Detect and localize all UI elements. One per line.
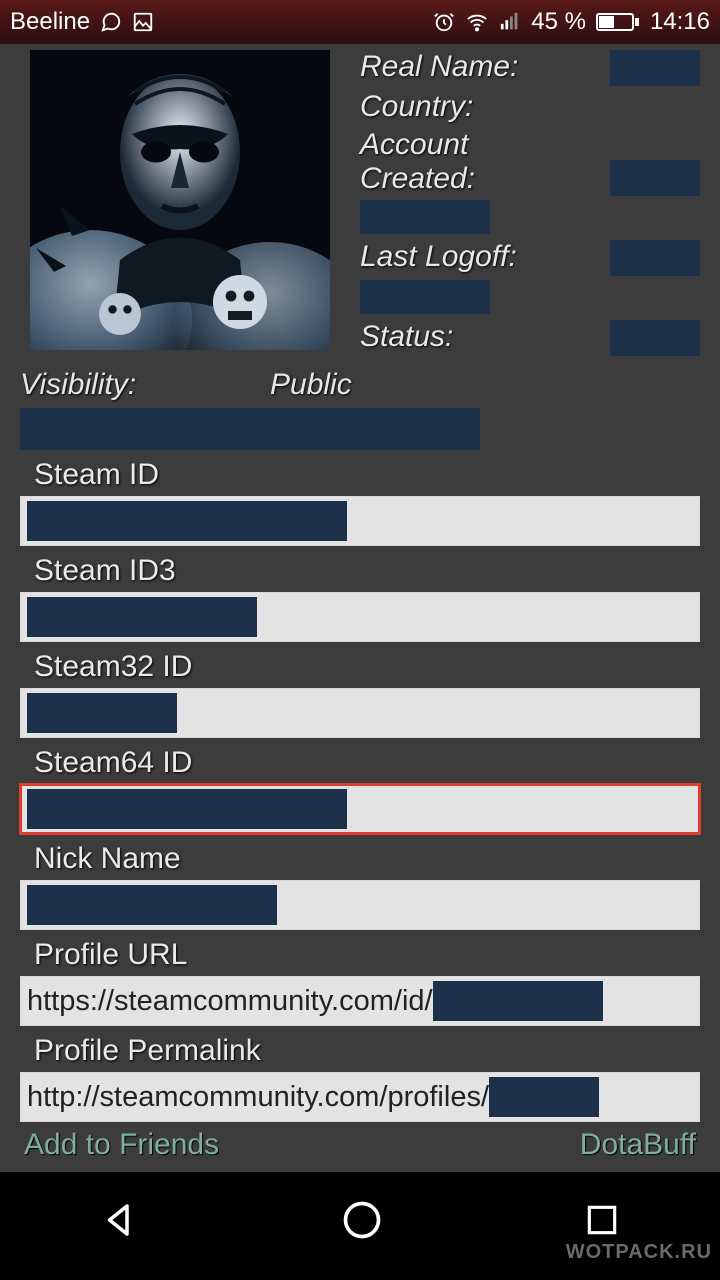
field-value-box[interactable] [20,592,700,642]
account-created-label: Account Created: [360,128,530,196]
last-logoff-value2-redacted [360,280,490,314]
field-steam-id: Steam ID [20,458,700,546]
profile-avatar[interactable] [30,50,330,350]
field-profile-url: Profile URL https://steamcommunity.com/id… [20,938,700,1026]
nav-back-button[interactable] [99,1199,141,1241]
field-value-redacted [27,693,177,733]
app-content: Real Name: Country: Account Created: Las… [0,44,720,1172]
field-label: Steam32 ID [34,650,700,684]
field-label: Nick Name [34,842,700,876]
image-icon [132,11,154,33]
account-created-value-redacted [610,160,700,196]
field-label: Steam64 ID [34,746,700,780]
field-value-box[interactable] [20,784,700,834]
field-value-box[interactable] [20,496,700,546]
field-value-box[interactable] [20,688,700,738]
add-to-friends-link[interactable]: Add to Friends [24,1128,219,1162]
username-redacted [20,408,480,450]
status-label: Status: [360,320,453,354]
field-label: Profile Permalink [34,1034,700,1068]
field-steam-id3: Steam ID3 [20,554,700,642]
field-value-box[interactable]: http://steamcommunity.com/profiles/ [20,1072,700,1122]
field-label: Steam ID [34,458,700,492]
nav-home-button[interactable] [340,1198,384,1242]
country-label: Country: [360,90,473,124]
visibility-value: Public [270,368,700,402]
real-name-label: Real Name: [360,50,518,84]
visibility-label: Visibility: [20,368,270,402]
field-steam64-id: Steam64 ID [20,746,700,834]
field-value-box[interactable]: https://steamcommunity.com/id/ [20,976,700,1026]
battery-icon [596,11,640,33]
field-value-redacted [27,597,257,637]
field-profile-permalink: Profile Permalink http://steamcommunity.c… [20,1034,700,1122]
android-status-bar: Beeline 45 % 14:16 [0,0,720,44]
last-logoff-value-redacted [610,240,700,276]
profile-meta: Real Name: Country: Account Created: Las… [360,50,700,360]
watermark-text: WOTPACK.RU [566,1241,712,1264]
alarm-icon [433,11,455,33]
field-value-redacted [433,981,603,1021]
carrier-label: Beeline [10,8,90,36]
field-value-box[interactable] [20,880,700,930]
field-value-redacted [27,789,347,829]
battery-percent: 45 % [531,8,586,36]
status-value-redacted [610,320,700,356]
real-name-value-redacted [610,50,700,86]
field-value-redacted [489,1077,599,1117]
field-url-prefix: https://steamcommunity.com/id/ [27,985,433,1018]
field-nick-name: Nick Name [20,842,700,930]
chat-bubble-icon [100,11,122,33]
field-value-redacted [27,885,277,925]
clock-label: 14:16 [650,8,710,36]
field-value-redacted [27,501,347,541]
field-steam32-id: Steam32 ID [20,650,700,738]
last-logoff-label: Last Logoff: [360,240,517,274]
cell-signal-icon [499,11,521,33]
field-label: Profile URL [34,938,700,972]
account-created-value2-redacted [360,200,490,234]
android-nav-bar: WOTPACK.RU [0,1172,720,1268]
dotabuff-link[interactable]: DotaBuff [580,1128,696,1162]
nav-recent-button[interactable] [583,1201,621,1239]
wifi-icon [465,11,489,33]
field-url-prefix: http://steamcommunity.com/profiles/ [27,1081,489,1114]
field-label: Steam ID3 [34,554,700,588]
